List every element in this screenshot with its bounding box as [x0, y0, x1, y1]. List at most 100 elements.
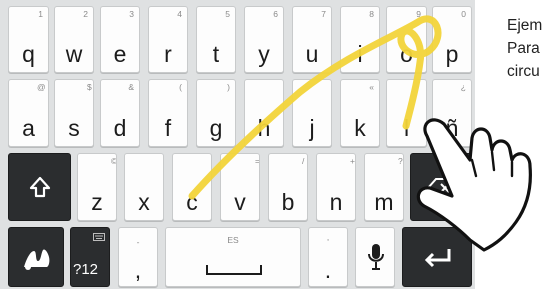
- key-s[interactable]: $ s: [54, 79, 94, 147]
- instruction-line: Ejem: [507, 17, 543, 34]
- period-key[interactable]: ' .: [308, 227, 348, 287]
- key-o-label: o: [400, 41, 413, 67]
- key-t[interactable]: 5 t: [196, 6, 236, 73]
- key-i-hint: 8: [369, 9, 374, 19]
- space-key[interactable]: ES: [165, 227, 301, 287]
- key-d-label: d: [113, 115, 127, 141]
- key-g-hint: ): [227, 82, 230, 92]
- key-q[interactable]: 1 q: [8, 6, 49, 73]
- key-c-label: c: [186, 189, 198, 215]
- backspace-key[interactable]: [410, 153, 472, 221]
- key-r-hint: 4: [177, 9, 182, 19]
- backspace-icon: [427, 178, 456, 198]
- key-q-label: q: [22, 41, 35, 67]
- key-b-hint: /: [302, 156, 305, 166]
- space-bar-icon: [206, 265, 262, 275]
- key-z-label: z: [91, 189, 103, 215]
- key-w-label: w: [65, 41, 83, 67]
- key-r-label: r: [164, 41, 172, 67]
- key-j-label: j: [309, 115, 315, 141]
- swype-logo-icon: [24, 249, 50, 270]
- period-key-label: .: [324, 257, 332, 283]
- key-j[interactable]: j: [292, 79, 332, 147]
- key-a-label: a: [22, 115, 35, 141]
- key-k-label: k: [354, 115, 366, 141]
- key-o[interactable]: 9 o: [386, 6, 427, 73]
- key-u[interactable]: 7 u: [292, 6, 332, 73]
- shift-key[interactable]: [8, 153, 71, 221]
- key-k[interactable]: « k: [340, 79, 380, 147]
- period-key-hint: ': [327, 237, 329, 247]
- key-y[interactable]: 6 y: [244, 6, 284, 73]
- key-b[interactable]: / b: [268, 153, 308, 221]
- key-r[interactable]: 4 r: [148, 6, 188, 73]
- key-x-label: x: [138, 189, 150, 215]
- key-p[interactable]: 0 p: [432, 6, 472, 73]
- key-v-label: v: [234, 189, 246, 215]
- key-a-hint: @: [37, 82, 46, 92]
- instruction-line: circu: [507, 63, 540, 80]
- key-y-hint: 6: [273, 9, 278, 19]
- comma-key-label: ,: [134, 257, 142, 283]
- key-v-hint: =: [255, 156, 260, 166]
- key-f-label: f: [164, 115, 172, 141]
- key-e-label: e: [113, 41, 127, 67]
- key-w-hint: 2: [83, 9, 88, 19]
- key-s-label: s: [68, 115, 80, 141]
- key-m[interactable]: ? m: [364, 153, 404, 221]
- key-s-hint: $: [87, 82, 92, 92]
- symbols-key[interactable]: ?12: [70, 227, 110, 287]
- key-enye[interactable]: ¿ ñ: [432, 79, 472, 147]
- key-m-hint: ?: [398, 156, 403, 166]
- enter-key[interactable]: [402, 227, 472, 287]
- key-x-hint: !: [163, 157, 164, 166]
- key-u-hint: 7: [321, 9, 326, 19]
- key-i-label: i: [357, 41, 363, 67]
- key-n[interactable]: + n: [316, 153, 356, 221]
- instruction-text: Ejem Para circu: [507, 14, 555, 83]
- key-o-hint: 9: [416, 9, 421, 19]
- key-t-hint: 5: [225, 9, 230, 19]
- key-l[interactable]: l: [386, 79, 427, 147]
- microphone-key[interactable]: [355, 227, 395, 287]
- key-k-hint: «: [369, 82, 374, 92]
- key-a[interactable]: @ a: [8, 79, 49, 147]
- key-g[interactable]: ) g: [196, 79, 236, 147]
- key-e-hint: 3: [129, 9, 134, 19]
- shift-icon: [29, 176, 51, 198]
- key-n-label: n: [329, 189, 343, 215]
- key-d[interactable]: & d: [100, 79, 140, 147]
- key-q-hint: 1: [38, 9, 43, 19]
- key-g-label: g: [209, 115, 223, 141]
- key-enye-hint: ¿: [460, 82, 466, 92]
- key-f-hint: (: [179, 82, 182, 92]
- key-u-label: u: [305, 41, 319, 67]
- symbols-key-label: ?12: [73, 261, 99, 278]
- key-z-hint: ©: [111, 156, 117, 166]
- key-b-label: b: [281, 189, 295, 215]
- key-z[interactable]: © z: [77, 153, 117, 221]
- keyboard-icon: [93, 233, 105, 241]
- swype-keyboard: 1 q 2 w 3 e 4 r 5 t 6 y 7 u 8 i 9 o 0 p …: [0, 0, 475, 289]
- key-c[interactable]: c: [172, 153, 212, 221]
- swype-key[interactable]: [8, 227, 64, 287]
- key-x[interactable]: ! x: [124, 153, 164, 221]
- key-f[interactable]: ( f: [148, 79, 188, 147]
- comma-key-hint: -: [136, 237, 140, 247]
- instruction-line: Para: [507, 40, 540, 57]
- key-v[interactable]: = v: [220, 153, 260, 221]
- key-i[interactable]: 8 i: [340, 6, 380, 73]
- key-m-label: m: [374, 189, 394, 215]
- key-h[interactable]: h: [244, 79, 284, 147]
- enter-icon: [424, 249, 451, 268]
- key-h-label: h: [257, 115, 271, 141]
- key-d-hint: &: [128, 82, 134, 92]
- comma-key[interactable]: - ,: [118, 227, 158, 287]
- key-enye-label: ñ: [445, 115, 459, 141]
- key-w[interactable]: 2 w: [54, 6, 94, 73]
- key-l-label: l: [403, 115, 410, 141]
- microphone-icon: [368, 244, 384, 270]
- key-p-hint: 0: [461, 9, 466, 19]
- space-key-hint: ES: [227, 235, 239, 245]
- key-e[interactable]: 3 e: [100, 6, 140, 73]
